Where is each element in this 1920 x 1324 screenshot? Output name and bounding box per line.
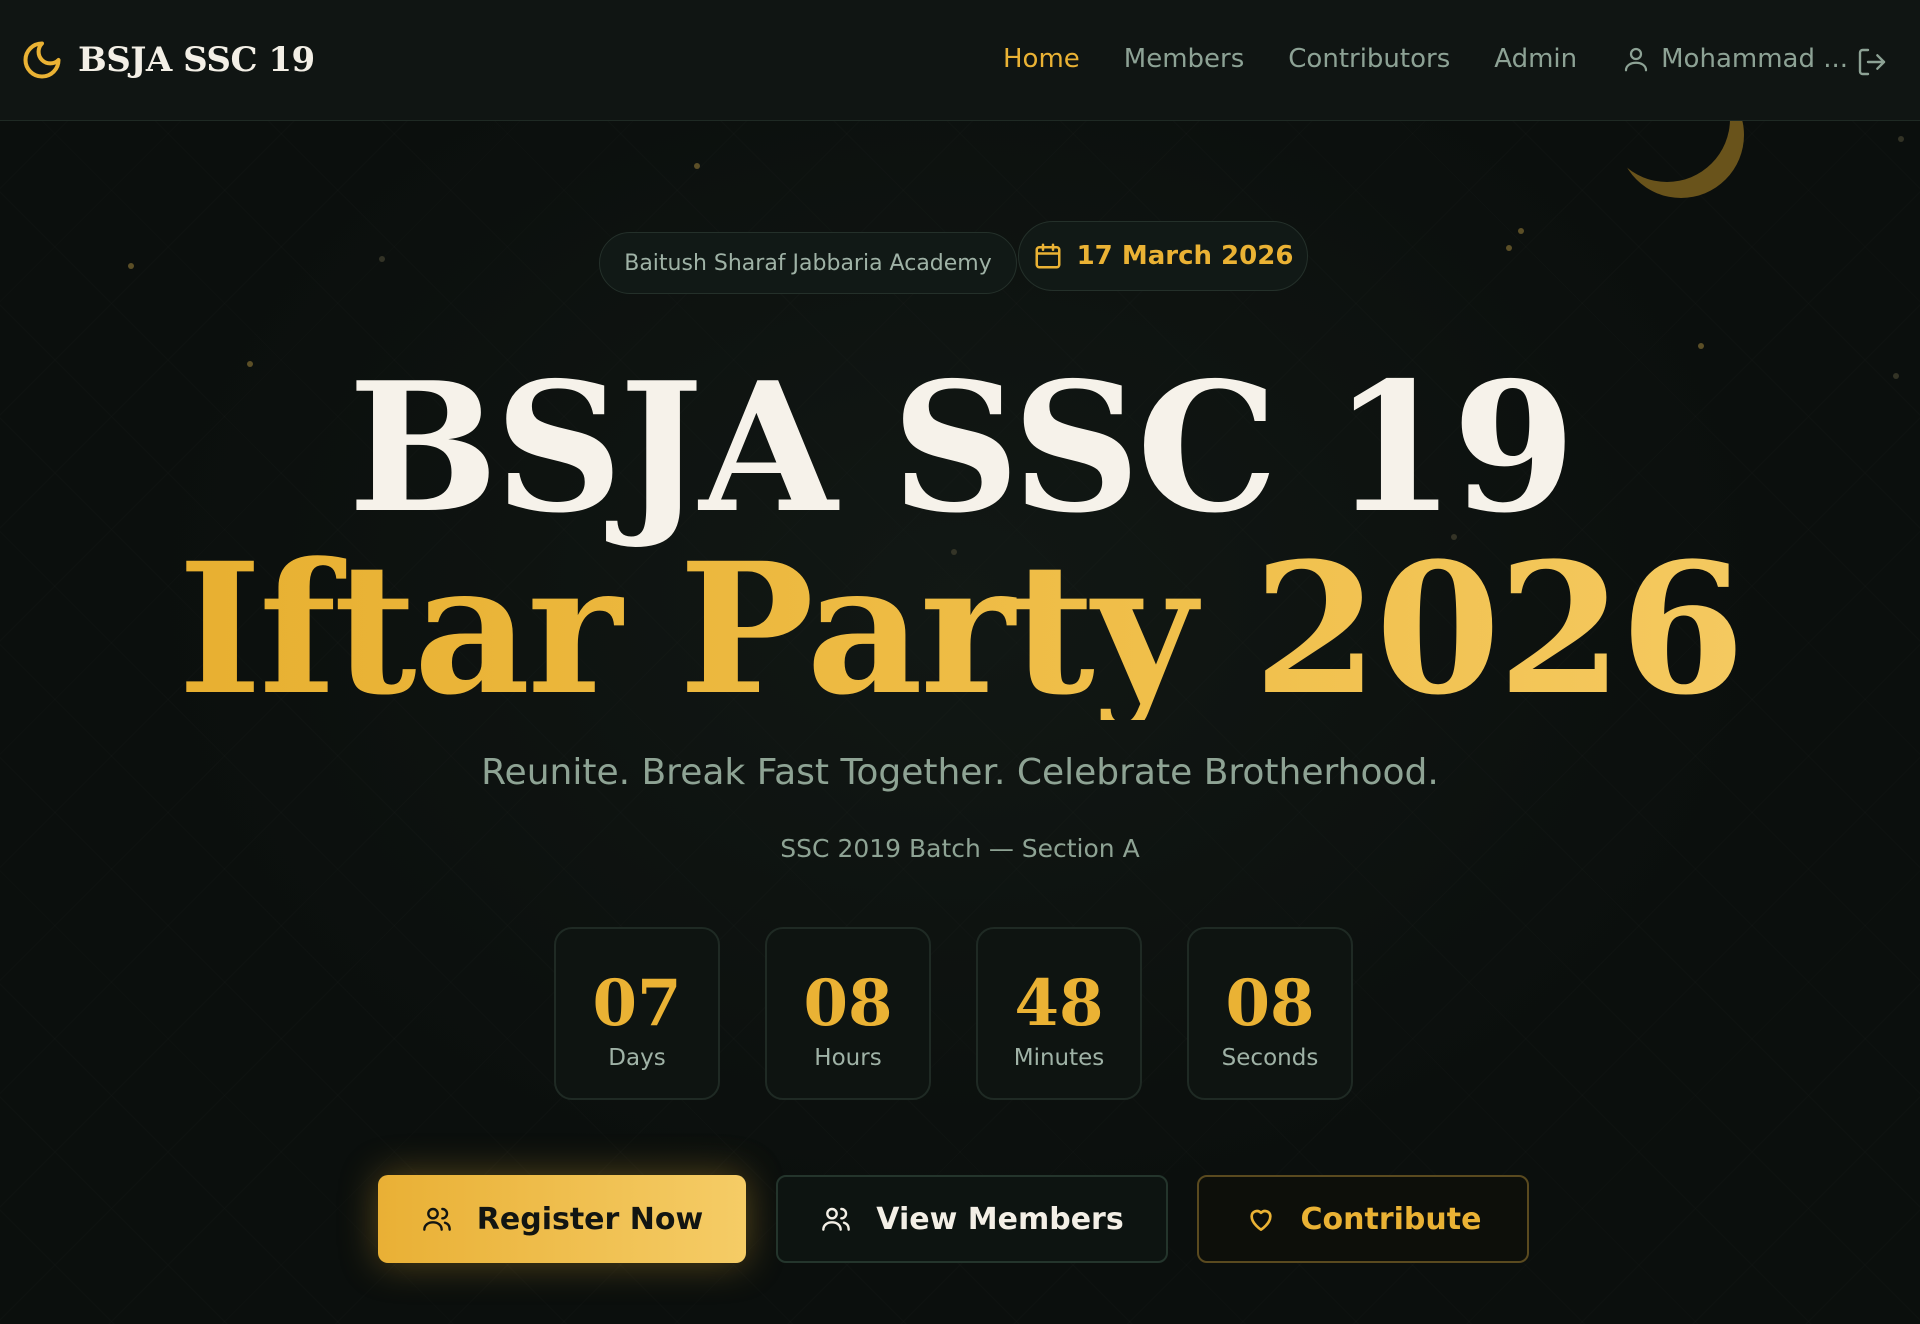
- countdown-days: 07 Days: [554, 927, 720, 1100]
- star-decoration: [379, 256, 385, 262]
- countdown-value: 08: [1225, 965, 1315, 1041]
- user-icon: [1621, 44, 1651, 74]
- countdown-label: Minutes: [1013, 1044, 1105, 1071]
- star-decoration: [1518, 228, 1524, 234]
- brand-logo[interactable]: BSJA SSC 19: [20, 38, 315, 82]
- users-icon: [421, 1203, 453, 1235]
- event-date: 17 March 2026: [1076, 241, 1294, 271]
- batch-info: SSC 2019 Batch — Section A: [780, 834, 1140, 863]
- view-members-button[interactable]: View Members: [776, 1175, 1168, 1263]
- main-nav: Home Members Contributors Admin Mohammad…: [1003, 44, 1848, 74]
- countdown-minutes: 48 Minutes: [976, 927, 1142, 1100]
- star-decoration: [1698, 343, 1704, 349]
- nav-members[interactable]: Members: [1124, 44, 1245, 74]
- hero-tagline: Reunite. Break Fast Together. Celebrate …: [481, 752, 1439, 793]
- countdown-value: 48: [1014, 965, 1104, 1041]
- star-decoration: [1506, 245, 1512, 251]
- countdown-label: Days: [608, 1044, 666, 1071]
- brand-name: BSJA SSC 19: [78, 40, 315, 80]
- user-name: Mohammad ...: [1661, 44, 1849, 74]
- logout-icon[interactable]: [1856, 46, 1888, 78]
- heart-icon: [1245, 1203, 1277, 1235]
- nav-admin[interactable]: Admin: [1494, 44, 1577, 74]
- calendar-icon: [1033, 241, 1063, 271]
- users-icon: [820, 1203, 852, 1235]
- countdown-hours: 08 Hours: [765, 927, 931, 1100]
- nav-contributors[interactable]: Contributors: [1288, 44, 1450, 74]
- academy-badge: Baitush Sharaf Jabbaria Academy: [599, 232, 1017, 294]
- event-date-badge: 17 March 2026: [1018, 221, 1308, 291]
- countdown-value: 07: [592, 965, 682, 1041]
- academy-name: Baitush Sharaf Jabbaria Academy: [624, 250, 992, 276]
- star-decoration: [694, 163, 700, 169]
- countdown-label: Hours: [814, 1044, 882, 1071]
- view-members-label: View Members: [876, 1201, 1124, 1237]
- countdown-seconds: 08 Seconds: [1187, 927, 1353, 1100]
- user-menu[interactable]: Mohammad ...: [1621, 44, 1848, 74]
- contribute-label: Contribute: [1300, 1201, 1482, 1237]
- star-decoration: [128, 263, 134, 269]
- moon-icon: [20, 38, 64, 82]
- hero-title-line2: Iftar Party 2026: [0, 540, 1920, 720]
- hero-title-line1: BSJA SSC 19: [348, 343, 1576, 552]
- top-navbar: BSJA SSC 19 Home Members Contributors Ad…: [0, 0, 1920, 121]
- contribute-button[interactable]: Contribute: [1197, 1175, 1529, 1263]
- nav-home[interactable]: Home: [1003, 44, 1080, 74]
- register-now-label: Register Now: [476, 1201, 704, 1237]
- countdown-timer: 07 Days 08 Hours 48 Minutes 08 Seconds: [554, 927, 1353, 1100]
- register-now-button[interactable]: Register Now: [378, 1175, 746, 1263]
- star-decoration: [1898, 136, 1904, 142]
- countdown-label: Seconds: [1221, 1044, 1319, 1071]
- countdown-value: 08: [803, 965, 893, 1041]
